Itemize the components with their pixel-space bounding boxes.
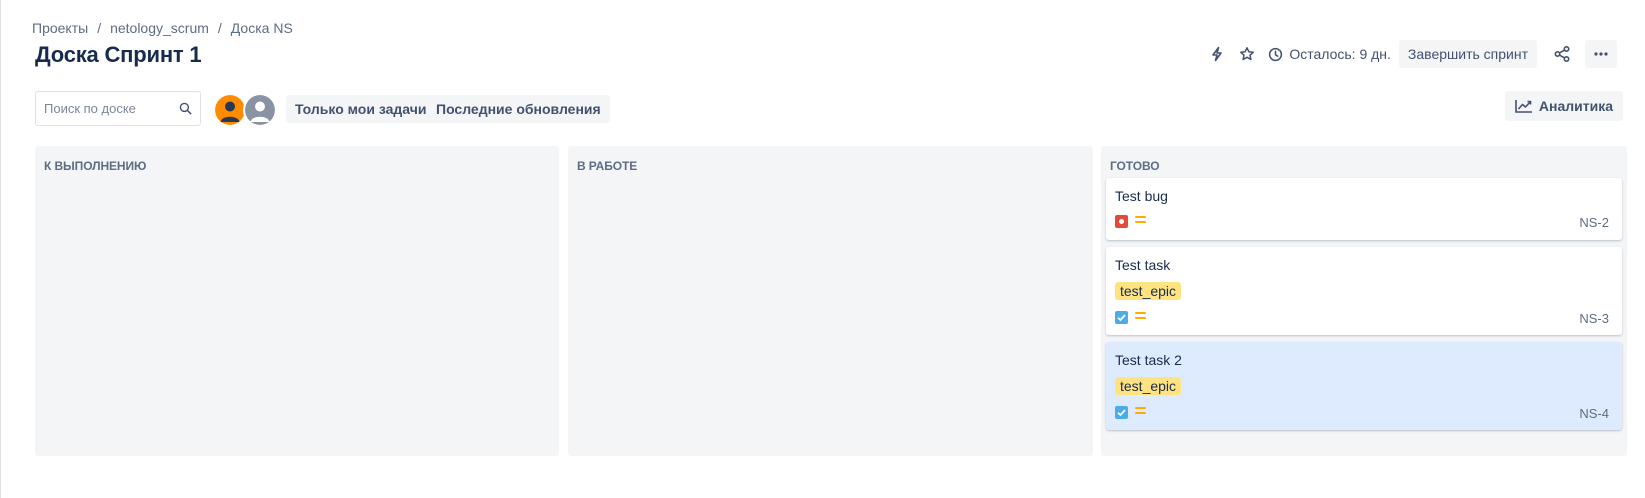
user-icon: [215, 95, 245, 125]
breadcrumb: Проекты / netology_scrum / Доска NS: [32, 20, 293, 36]
star-button[interactable]: [1232, 39, 1262, 69]
issue-card[interactable]: Test task test_epic NS-3: [1106, 247, 1622, 335]
board-search: [35, 91, 201, 126]
sprint-time-left: Осталось: 9 дн.: [1268, 46, 1391, 62]
page-title: Доска Спринт 1: [35, 42, 202, 67]
share-icon: [1554, 45, 1570, 63]
more-actions-button[interactable]: [1585, 40, 1617, 68]
column-todo: К выполнению: [35, 146, 559, 456]
unassigned-avatar[interactable]: [243, 93, 277, 127]
issue-title: Test task 2: [1115, 352, 1182, 368]
priority-medium-icon: [1135, 216, 1146, 223]
breadcrumb-separator: /: [97, 20, 102, 36]
issue-title: Test task: [1115, 257, 1171, 273]
bug-icon: [1115, 215, 1128, 228]
only-my-issues-filter[interactable]: Только мои задачи: [286, 95, 436, 123]
issue-key[interactable]: NS-4: [1579, 406, 1609, 421]
epic-tag[interactable]: test_epic: [1115, 377, 1182, 395]
task-icon: [1115, 406, 1128, 419]
priority-medium-icon: [1135, 312, 1146, 319]
issue-title: Test bug: [1115, 188, 1168, 204]
task-icon: [1115, 311, 1128, 324]
automation-button[interactable]: [1202, 39, 1232, 69]
search-input[interactable]: [44, 101, 179, 116]
column-title: К выполнению: [44, 159, 147, 173]
breadcrumb-separator: /: [217, 20, 222, 36]
column-title: В работе: [577, 159, 638, 173]
breadcrumb-projects[interactable]: Проекты: [32, 20, 88, 36]
issue-card[interactable]: Test bug NS-2: [1106, 178, 1622, 240]
assignee-filter: [213, 93, 277, 127]
share-button[interactable]: [1547, 39, 1577, 69]
column-title: Готово: [1110, 159, 1160, 173]
recently-updated-filter[interactable]: Последние обновления: [427, 95, 610, 123]
epic-tag[interactable]: test_epic: [1115, 282, 1182, 300]
breadcrumb-board[interactable]: Доска NS: [231, 20, 293, 36]
analytics-button[interactable]: Аналитика: [1504, 91, 1623, 121]
chart-icon: [1515, 100, 1532, 113]
issue-key[interactable]: NS-3: [1579, 311, 1609, 326]
user-icon: [245, 95, 275, 125]
time-left-text: Осталось: 9 дн.: [1289, 46, 1391, 62]
column-in-progress: В работе: [568, 146, 1093, 456]
search-icon: [179, 102, 192, 115]
analytics-label: Аналитика: [1538, 98, 1613, 114]
left-border: [0, 0, 1, 498]
column-done: Готово Test bug NS-2 Test task test_epic…: [1101, 146, 1627, 456]
clock-icon: [1269, 47, 1283, 61]
complete-sprint-button[interactable]: Завершить спринт: [1398, 40, 1537, 68]
more-icon: [1594, 52, 1608, 56]
lightning-icon: [1212, 46, 1223, 62]
priority-medium-icon: [1135, 407, 1146, 414]
issue-card-selected[interactable]: Test task 2 test_epic NS-4: [1106, 342, 1622, 430]
user-avatar[interactable]: [213, 93, 247, 127]
breadcrumb-project[interactable]: netology_scrum: [110, 20, 209, 36]
issue-key[interactable]: NS-2: [1579, 215, 1609, 230]
header-actions: Осталось: 9 дн. Завершить спринт: [1202, 40, 1617, 68]
star-icon: [1240, 47, 1255, 61]
